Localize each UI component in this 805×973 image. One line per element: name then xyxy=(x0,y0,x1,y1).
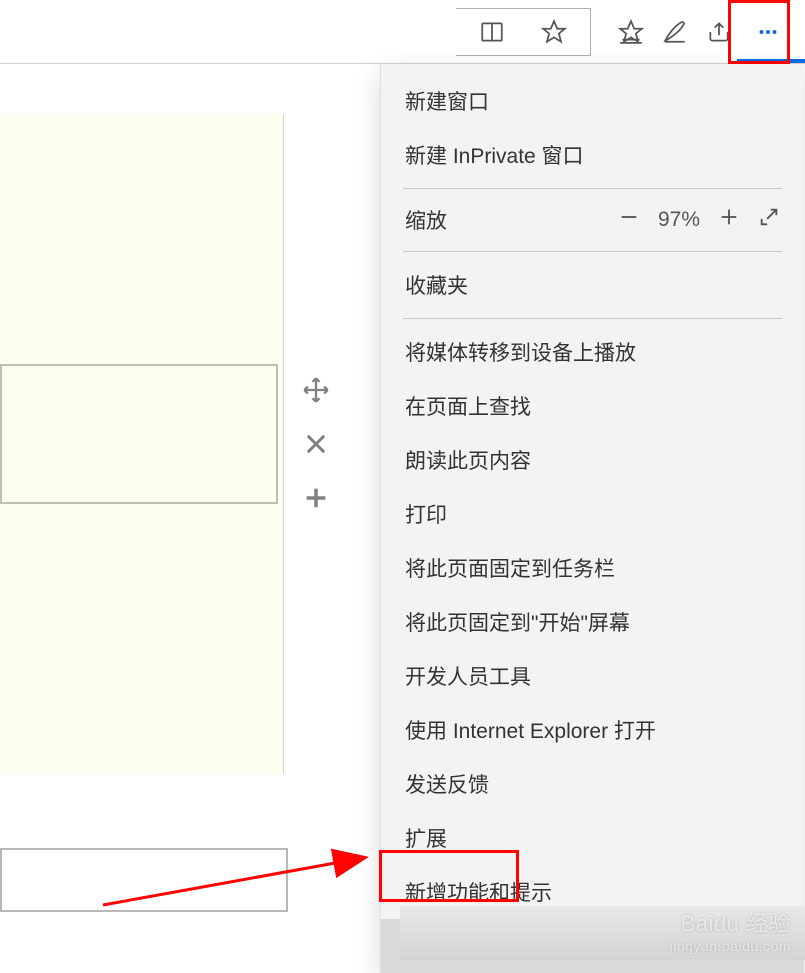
content-selection-box xyxy=(0,364,278,504)
menu-feedback[interactable]: 发送反馈 xyxy=(381,757,804,811)
menu-pin-taskbar[interactable]: 将此页面固定到任务栏 xyxy=(381,541,804,595)
zoom-in-icon[interactable] xyxy=(718,206,740,234)
input-field[interactable] xyxy=(0,848,288,912)
more-menu-button[interactable] xyxy=(741,5,795,59)
settings-menu: 新建窗口 新建 InPrivate 窗口 缩放 97% 收藏夹 将媒体转移到设备… xyxy=(380,64,804,973)
close-icon[interactable] xyxy=(302,430,330,464)
menu-pin-start[interactable]: 将此页固定到"开始"屏幕 xyxy=(381,595,804,649)
zoom-value: 97% xyxy=(658,208,700,232)
menu-dev-tools[interactable]: 开发人员工具 xyxy=(381,649,804,703)
share-icon[interactable] xyxy=(697,10,741,54)
watermark-brand: Baidu 经验 xyxy=(670,906,791,938)
menu-new-inprivate[interactable]: 新建 InPrivate 窗口 xyxy=(381,128,804,182)
favorite-star-icon[interactable] xyxy=(532,10,576,54)
add-icon[interactable] xyxy=(302,484,330,518)
watermark: Baidu 经验 jingyan.baidu.com xyxy=(670,906,791,954)
menu-divider xyxy=(403,251,782,252)
browser-toolbar xyxy=(0,0,805,64)
menu-favorites[interactable]: 收藏夹 xyxy=(381,258,804,312)
move-icon[interactable] xyxy=(302,376,330,410)
zoom-controls: 97% xyxy=(618,206,780,234)
menu-open-ie[interactable]: 使用 Internet Explorer 打开 xyxy=(381,703,804,757)
menu-cast-media[interactable]: 将媒体转移到设备上播放 xyxy=(381,325,804,379)
menu-print[interactable]: 打印 xyxy=(381,487,804,541)
menu-find[interactable]: 在页面上查找 xyxy=(381,379,804,433)
favorites-hub-icon[interactable] xyxy=(609,10,653,54)
more-dots-icon xyxy=(746,10,790,54)
menu-read-aloud[interactable]: 朗读此页内容 xyxy=(381,433,804,487)
zoom-label: 缩放 xyxy=(405,205,447,235)
fullscreen-icon[interactable] xyxy=(758,206,780,234)
reading-list-icon[interactable] xyxy=(470,10,514,54)
address-bar-group xyxy=(456,8,591,56)
menu-new-window[interactable]: 新建窗口 xyxy=(381,74,804,128)
menu-extensions[interactable]: 扩展 xyxy=(381,811,804,865)
menu-divider xyxy=(403,318,782,319)
zoom-out-icon[interactable] xyxy=(618,206,640,234)
notes-pen-icon[interactable] xyxy=(653,10,697,54)
edit-tools xyxy=(296,376,336,518)
menu-zoom-row: 缩放 97% xyxy=(381,195,804,245)
watermark-url: jingyan.baidu.com xyxy=(670,938,791,954)
menu-divider xyxy=(403,188,782,189)
active-indicator xyxy=(737,59,805,63)
